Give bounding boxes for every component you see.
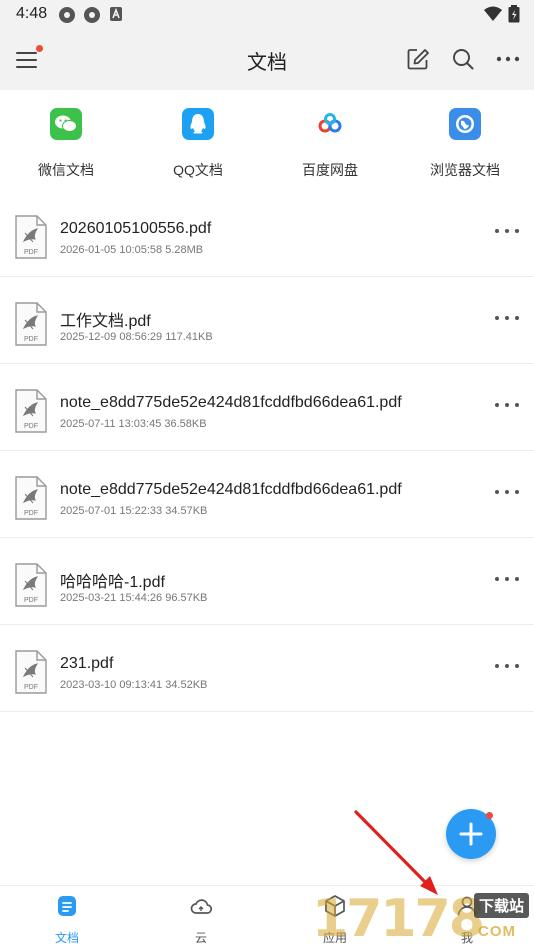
annotation-arrow [354,810,438,895]
